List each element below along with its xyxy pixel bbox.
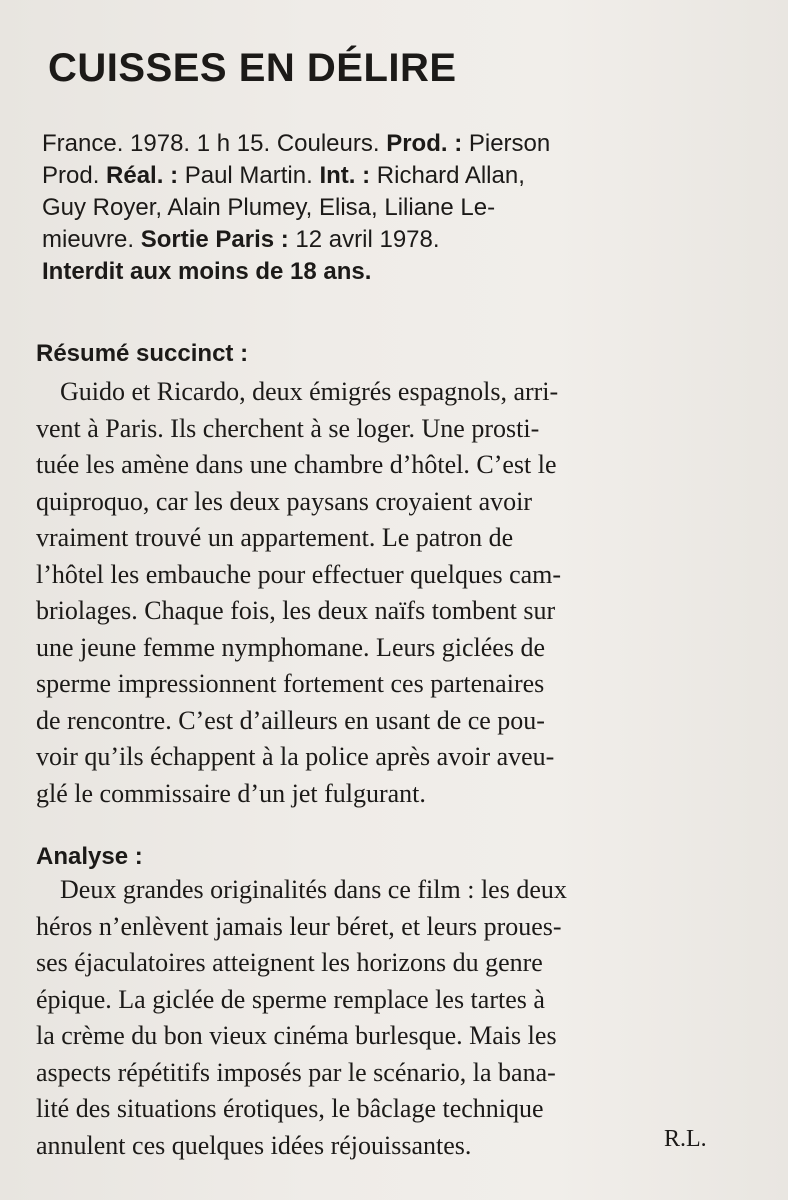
rating-notice: Interdit aux moins de 18 ans. (42, 256, 762, 288)
summary-line: vraiment trouvé un appartement. Le patro… (36, 523, 514, 552)
summary-line: voir qu’ils échappent à la police après … (36, 742, 555, 771)
credits-text: France. 1978. 1 h 15. Couleurs. (42, 130, 387, 157)
summary-line: une jeune femme nymphomane. Leurs giclée… (36, 632, 545, 662)
summary-line: vent à Paris. Ils cherchent à se loger. … (36, 413, 540, 443)
analysis-line: aspects répétitifs imposés par le scénar… (36, 1057, 556, 1087)
real-label: Réal. : (106, 162, 179, 189)
prod-label: Prod. : (386, 130, 463, 157)
book-page: CUISSES EN DÉLIRE France. 1978. 1 h 15. … (0, 0, 788, 1200)
rating-text: Interdit aux moins de 18 ans. (42, 258, 372, 285)
credits-text: mieuvre. (42, 226, 141, 253)
int-label: Int. : (319, 162, 371, 189)
analysis-paragraph: Deux grandes originalités dans ce film :… (36, 872, 736, 1164)
analysis-line: lité des situations érotiques, le bâclag… (36, 1094, 544, 1123)
credits-text: Prod. (42, 162, 107, 189)
film-credits: France. 1978. 1 h 15. Couleurs. Prod. : … (42, 128, 762, 288)
summary-line: quiproquo, car les deux paysans croyaien… (36, 486, 533, 516)
summary-line: glé le commissaire d’un jet fulgurant. (36, 778, 426, 808)
analysis-line: ses éjaculatoires atteignent les horizon… (36, 948, 543, 977)
credits-text: Pierson (462, 130, 551, 157)
analysis-line: héros n’enlèvent jamais leur béret, et l… (36, 911, 562, 941)
analysis-line: épique. La giclée de sperme remplace les… (36, 984, 545, 1014)
summary-paragraph: Guido et Ricardo, deux émigrés espagnols… (36, 374, 736, 812)
analysis-line: la crème du bon vieux cinéma burlesque. … (36, 1021, 557, 1050)
analysis-heading: Analyse : (36, 843, 143, 870)
film-title: CUISSES EN DÉLIRE (48, 46, 457, 90)
credits-text: Richard Allan, (370, 162, 525, 189)
summary-line: tuée les amène dans une chambre d’hôtel.… (36, 450, 557, 479)
summary-line: sperme impressionnent fortement ces part… (36, 669, 545, 698)
credits-text: Paul Martin. (178, 162, 320, 189)
credits-line-2: Prod. Réal. : Paul Martin. Int. : Richar… (42, 160, 762, 192)
author-signature: R.L. (664, 1126, 707, 1152)
credits-line-4: mieuvre. Sortie Paris : 12 avril 1978. (42, 224, 762, 256)
credits-line-1: France. 1978. 1 h 15. Couleurs. Prod. : … (42, 128, 762, 160)
summary-line: briolages. Chaque fois, les deux naïfs t… (36, 596, 556, 625)
analysis-line: Deux grandes originalités dans ce film :… (60, 875, 567, 904)
sortie-label: Sortie Paris : (140, 226, 289, 253)
credits-line-3: Guy Royer, Alain Plumey, Elisa, Liliane … (42, 194, 496, 221)
credits-text: 12 avril 1978. (288, 226, 440, 253)
summary-heading: Résumé succinct : (36, 340, 249, 367)
summary-line: Guido et Ricardo, deux émigrés espagnols… (60, 377, 559, 406)
summary-line: l’hôtel les embauche pour effectuer quel… (36, 559, 562, 589)
summary-line: de rencontre. C’est d’ailleurs en usant … (36, 705, 545, 735)
analysis-line: annulent ces quelques idées réjouissante… (36, 1130, 472, 1160)
